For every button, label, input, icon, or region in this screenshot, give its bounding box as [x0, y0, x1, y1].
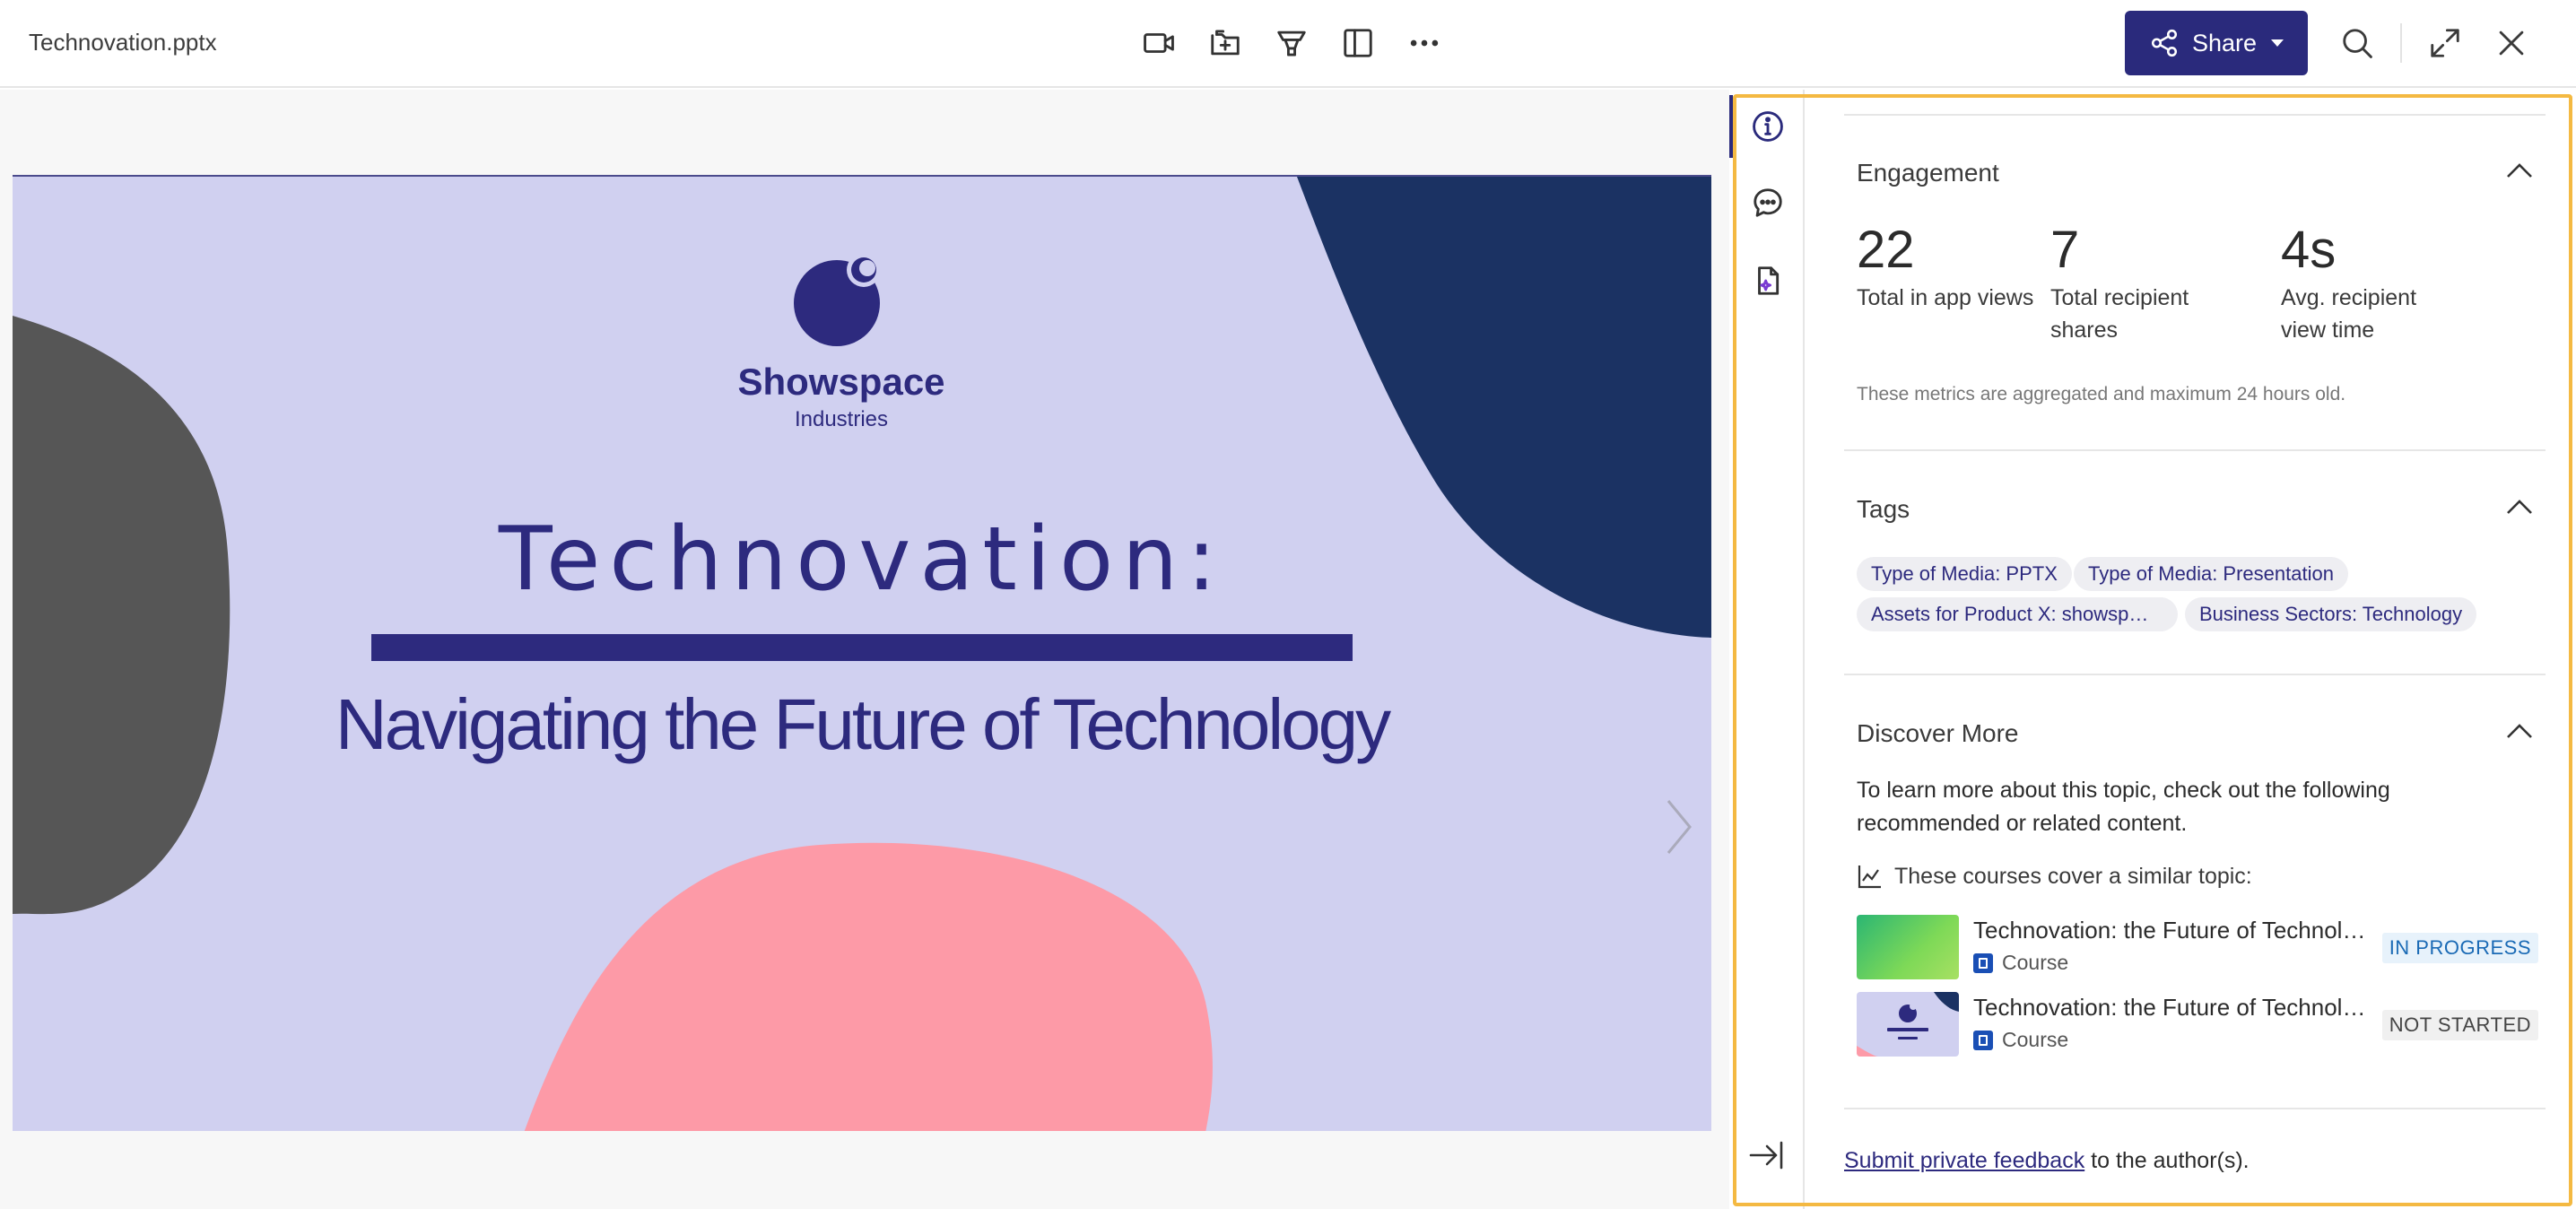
- metric-label: Avg. recipient view time: [2281, 285, 2417, 343]
- next-slide-button[interactable]: [1661, 796, 1697, 858]
- tag-chip[interactable]: Type of Media: Presentation: [2074, 557, 2348, 591]
- course-icon: [1973, 1030, 1993, 1050]
- logo-name: Showspace: [737, 361, 945, 403]
- slide: Showspace Industries Technovation: Navig…: [13, 175, 1711, 1131]
- metric-view-time: 4s Avg. recipient view time: [2281, 220, 2451, 346]
- video-icon[interactable]: [1136, 20, 1182, 66]
- divider: [2400, 23, 2402, 63]
- course-item[interactable]: Technovation: the Future of Technol… Cou…: [1857, 915, 2538, 979]
- submit-feedback-link[interactable]: Submit private feedback: [1844, 1148, 2084, 1173]
- search-icon[interactable]: [2334, 20, 2380, 66]
- metric-value: 7: [2050, 221, 2080, 279]
- divider: [1844, 1108, 2546, 1109]
- discover-more-title: Discover More: [1857, 719, 2019, 747]
- metrics-note: These metrics are aggregated and maximum…: [1857, 384, 2346, 404]
- ai-document-icon[interactable]: [1747, 260, 1788, 301]
- course-title: Technovation: the Future of Technol…: [1973, 994, 2366, 1021]
- slide-subtitle: Navigating the Future of Technology: [335, 684, 1391, 764]
- similar-topic-line: These courses cover a similar topic:: [1857, 863, 2252, 890]
- share-icon: [2151, 29, 2177, 57]
- chevron-up-icon[interactable]: [2504, 156, 2535, 187]
- status-badge: IN PROGRESS: [2381, 933, 2538, 963]
- info-icon[interactable]: [1747, 106, 1788, 147]
- toolbar: [1136, 20, 1448, 66]
- logo-mark-icon: [794, 253, 881, 346]
- similar-topic-label: These courses cover a similar topic:: [1894, 863, 2252, 889]
- status-badge: NOT STARTED: [2381, 1010, 2538, 1040]
- divider: [1844, 114, 2546, 116]
- slide-logo: Showspace Industries: [716, 253, 967, 432]
- divider: [1844, 674, 2546, 675]
- showspace-thumbnail-icon: [1857, 992, 1959, 1057]
- course-title: Technovation: the Future of Technol…: [1973, 917, 2366, 944]
- course-thumbnail: [1857, 992, 1959, 1057]
- metric-value: 22: [1857, 221, 1915, 279]
- metric-label: Total in app views: [1857, 285, 2034, 310]
- course-thumbnail: [1857, 915, 1959, 979]
- tag-chip[interactable]: Business Sectors: Technology: [2185, 597, 2477, 631]
- close-icon[interactable]: [2488, 20, 2535, 66]
- funnel-icon[interactable]: [1268, 20, 1315, 66]
- top-bar: Technovation.pptx Share: [0, 0, 2576, 88]
- chevron-right-icon: [1667, 800, 1692, 854]
- more-icon[interactable]: [1401, 20, 1448, 66]
- expand-icon[interactable]: [2422, 20, 2468, 66]
- side-rail: [1729, 90, 1805, 1209]
- course-type-label: Course: [2002, 1028, 2069, 1051]
- slide-gray-blob: [13, 316, 231, 915]
- slide-pink-blob: [524, 842, 1213, 1131]
- logo-subtitle: Industries: [794, 407, 889, 431]
- divider: [1844, 449, 2546, 451]
- chevron-up-icon[interactable]: [2504, 717, 2535, 747]
- slide-title-bar: [371, 634, 1353, 661]
- course-icon: [1973, 952, 1993, 973]
- metric-label: Total recipient shares: [2050, 285, 2189, 343]
- trend-chart-icon: [1858, 865, 1881, 889]
- slide-viewer: Showspace Industries Technovation: Navig…: [0, 90, 1729, 1209]
- slide-title: Technovation:: [498, 509, 1226, 611]
- course-item[interactable]: Technovation: the Future of Technol… Cou…: [1857, 992, 2538, 1057]
- share-button[interactable]: Share: [2125, 11, 2308, 75]
- add-to-folder-icon[interactable]: [1202, 20, 1249, 66]
- course-type-label: Course: [2002, 951, 2069, 974]
- metric-in-app-views: 22 Total in app views: [1857, 220, 2036, 314]
- file-name: Technovation.pptx: [29, 29, 217, 56]
- caret-down-icon: [2271, 39, 2284, 47]
- tag-chip[interactable]: Type of Media: PPTX: [1857, 557, 2072, 591]
- discover-description: To learn more about this topic, check ou…: [1857, 778, 2390, 836]
- collapse-panel-icon[interactable]: [1747, 1135, 1787, 1175]
- rail-active-indicator: [1729, 95, 1733, 158]
- comments-icon[interactable]: [1747, 182, 1788, 223]
- metric-value: 4s: [2281, 221, 2337, 279]
- details-panel: Engagement 22 Total in app views 7 Total…: [1805, 90, 2576, 1209]
- tag-chip[interactable]: Assets for Product X: showsp…: [1857, 597, 2178, 631]
- tags-title: Tags: [1857, 495, 1910, 523]
- metric-recipient-shares: 7 Total recipient shares: [2050, 220, 2230, 346]
- course-type: Course: [1973, 1028, 2068, 1052]
- split-view-icon[interactable]: [1335, 20, 1381, 66]
- feedback-line: Submit private feedback to the author(s)…: [1844, 1148, 2250, 1174]
- share-label: Share: [2191, 29, 2258, 57]
- engagement-title: Engagement: [1857, 159, 1999, 187]
- feedback-suffix: to the author(s).: [2084, 1148, 2250, 1173]
- chevron-up-icon[interactable]: [2504, 492, 2535, 523]
- course-type: Course: [1973, 951, 2068, 975]
